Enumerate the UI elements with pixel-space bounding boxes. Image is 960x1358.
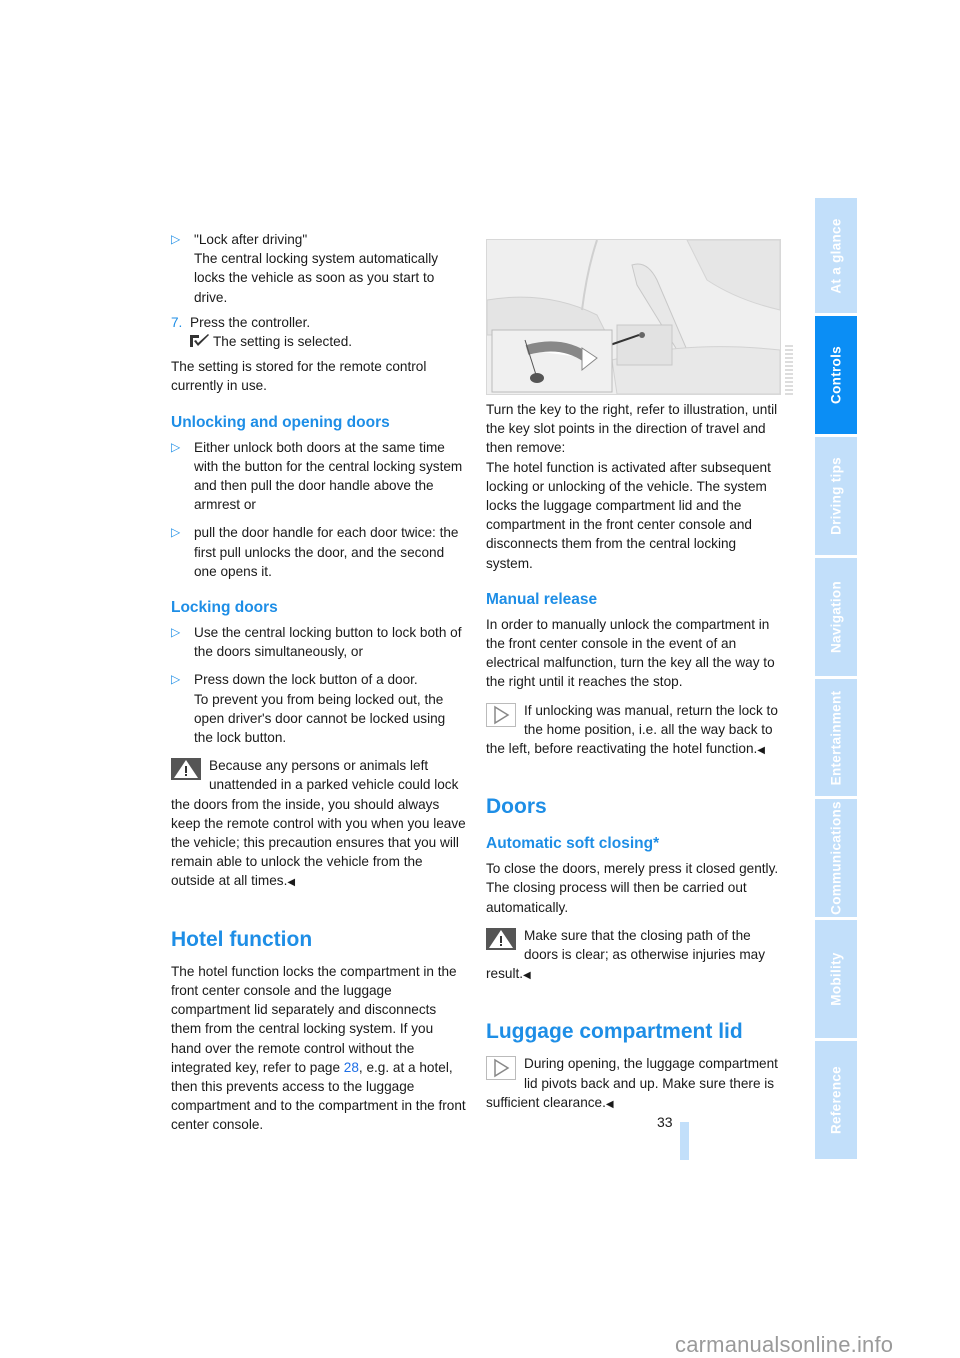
tab-label: Driving tips bbox=[828, 457, 844, 535]
unlocking-bullet: ▷ pull the door handle for each door twi… bbox=[171, 523, 466, 581]
tab-controls[interactable]: Controls bbox=[815, 316, 857, 434]
key-illustration bbox=[486, 239, 781, 395]
chapter-tabs: At a glance Controls Driving tips Naviga… bbox=[815, 198, 857, 1162]
tab-label: Reference bbox=[828, 1066, 844, 1134]
bullet-triangle-icon: ▷ bbox=[171, 232, 181, 246]
turn-key-text: Turn the key to the right, refer to illu… bbox=[486, 402, 778, 456]
locking-bullet: ▷ Press down the lock button of a door. … bbox=[171, 670, 466, 747]
stored-text: The setting is stored for the remote con… bbox=[171, 359, 427, 394]
page-number: 33 bbox=[657, 1114, 673, 1130]
manual-release-heading: Manual release bbox=[486, 590, 598, 608]
lock-after-driving-item: ▷ "Lock after driving" The central locki… bbox=[171, 230, 466, 307]
step-number: 7. bbox=[171, 314, 183, 330]
page-marker-bar bbox=[680, 1122, 689, 1160]
figure-code bbox=[785, 345, 793, 395]
luggage-note: During opening, the luggage compartment … bbox=[486, 1054, 781, 1114]
lock-after-driving-text: The central locking system automatically… bbox=[194, 251, 439, 305]
end-mark-icon: ◀ bbox=[523, 970, 531, 982]
tab-entertainment[interactable]: Entertainment bbox=[815, 679, 857, 796]
unlocking-heading: Unlocking and opening doors bbox=[171, 413, 390, 431]
hotel-activated-text: The hotel function is activated after su… bbox=[486, 459, 771, 571]
tab-mobility[interactable]: Mobility bbox=[815, 920, 857, 1038]
tab-driving-tips[interactable]: Driving tips bbox=[815, 437, 857, 555]
soft-closing-heading: Automatic soft closing* bbox=[486, 835, 660, 853]
end-mark-icon: ◀ bbox=[287, 877, 296, 889]
tab-label: Mobility bbox=[828, 952, 844, 1006]
doors-heading: Doors bbox=[486, 795, 547, 819]
unlocking-bullet: ▷ Either unlock both doors at the same t… bbox=[171, 438, 466, 515]
warning-icon bbox=[486, 927, 516, 950]
step-7-result-text: The setting is selected. bbox=[213, 334, 353, 350]
locking-bullet: ▷ Use the central locking button to lock… bbox=[171, 623, 466, 661]
bullet-triangle-icon: ▷ bbox=[171, 672, 181, 687]
luggage-note-text: During opening, the luggage compartment … bbox=[486, 1056, 778, 1110]
unlocking-bullet-text: Either unlock both doors at the same tim… bbox=[194, 439, 463, 513]
manual-release-text: In order to manually unlock the compartm… bbox=[486, 616, 775, 690]
console-drawing bbox=[487, 240, 780, 394]
locking-heading: Locking doors bbox=[171, 599, 278, 617]
step-7-result: The setting is selected. bbox=[190, 332, 466, 351]
lock-after-driving-title: "Lock after driving" bbox=[194, 232, 308, 247]
checkmark-icon bbox=[190, 334, 210, 348]
note-triangle-icon bbox=[486, 1056, 516, 1081]
locking-bullet-text: Use the central locking button to lock b… bbox=[194, 625, 462, 660]
page-28-link[interactable]: 28 bbox=[344, 1060, 359, 1075]
locking-bullet-text: Press down the lock button of a door. bbox=[194, 672, 418, 688]
warning-icon bbox=[171, 758, 201, 781]
end-mark-icon: ◀ bbox=[605, 1098, 614, 1110]
step-7: 7. Press the controller. The setting is … bbox=[171, 313, 466, 351]
tab-reference[interactable]: Reference bbox=[815, 1041, 857, 1159]
step-7-text: Press the controller. bbox=[190, 314, 311, 330]
hotel-text-part: The hotel function locks the compartment… bbox=[171, 963, 457, 1075]
bullet-triangle-icon: ▷ bbox=[171, 525, 181, 540]
hotel-text: The hotel function locks the compartment… bbox=[171, 962, 466, 1135]
right-column: Turn the key to the right, refer to illu… bbox=[486, 400, 781, 1114]
tab-communications[interactable]: Communications bbox=[815, 799, 857, 917]
luggage-heading: Luggage compartment lid bbox=[486, 1020, 743, 1044]
tab-label: At a glance bbox=[828, 217, 844, 294]
tab-label: Entertainment bbox=[828, 690, 844, 785]
warning-text: Because any persons or animals left unat… bbox=[171, 758, 466, 889]
bullet-triangle-icon: ▷ bbox=[171, 439, 181, 454]
tab-label: Controls bbox=[828, 346, 844, 404]
watermark: carmanualsonline.info bbox=[675, 1332, 894, 1357]
left-column: ▷ "Lock after driving" The central locki… bbox=[171, 230, 466, 1135]
bullet-triangle-icon: ▷ bbox=[171, 625, 181, 640]
unlocking-bullet-text: pull the door handle for each door twice… bbox=[194, 525, 459, 579]
tab-label: Navigation bbox=[828, 580, 844, 654]
soft-closing-warning: Make sure that the closing path of the d… bbox=[486, 926, 781, 986]
manual-note-text: If unlocking was manual, return the lock… bbox=[486, 702, 778, 757]
warning-note: Because any persons or animals left unat… bbox=[171, 756, 466, 892]
locking-bullet-subtext: To prevent you from being locked out, th… bbox=[194, 691, 446, 746]
tab-at-a-glance[interactable]: At a glance bbox=[815, 198, 857, 313]
manual-note: If unlocking was manual, return the lock… bbox=[486, 701, 781, 761]
soft-closing-text: To close the doors, merely press it clos… bbox=[486, 861, 779, 915]
end-mark-icon: ◀ bbox=[757, 745, 765, 757]
tab-label: Communications bbox=[828, 801, 844, 915]
hotel-heading: Hotel function bbox=[171, 927, 313, 951]
note-triangle-icon bbox=[486, 702, 516, 727]
tab-navigation[interactable]: Navigation bbox=[815, 558, 857, 676]
